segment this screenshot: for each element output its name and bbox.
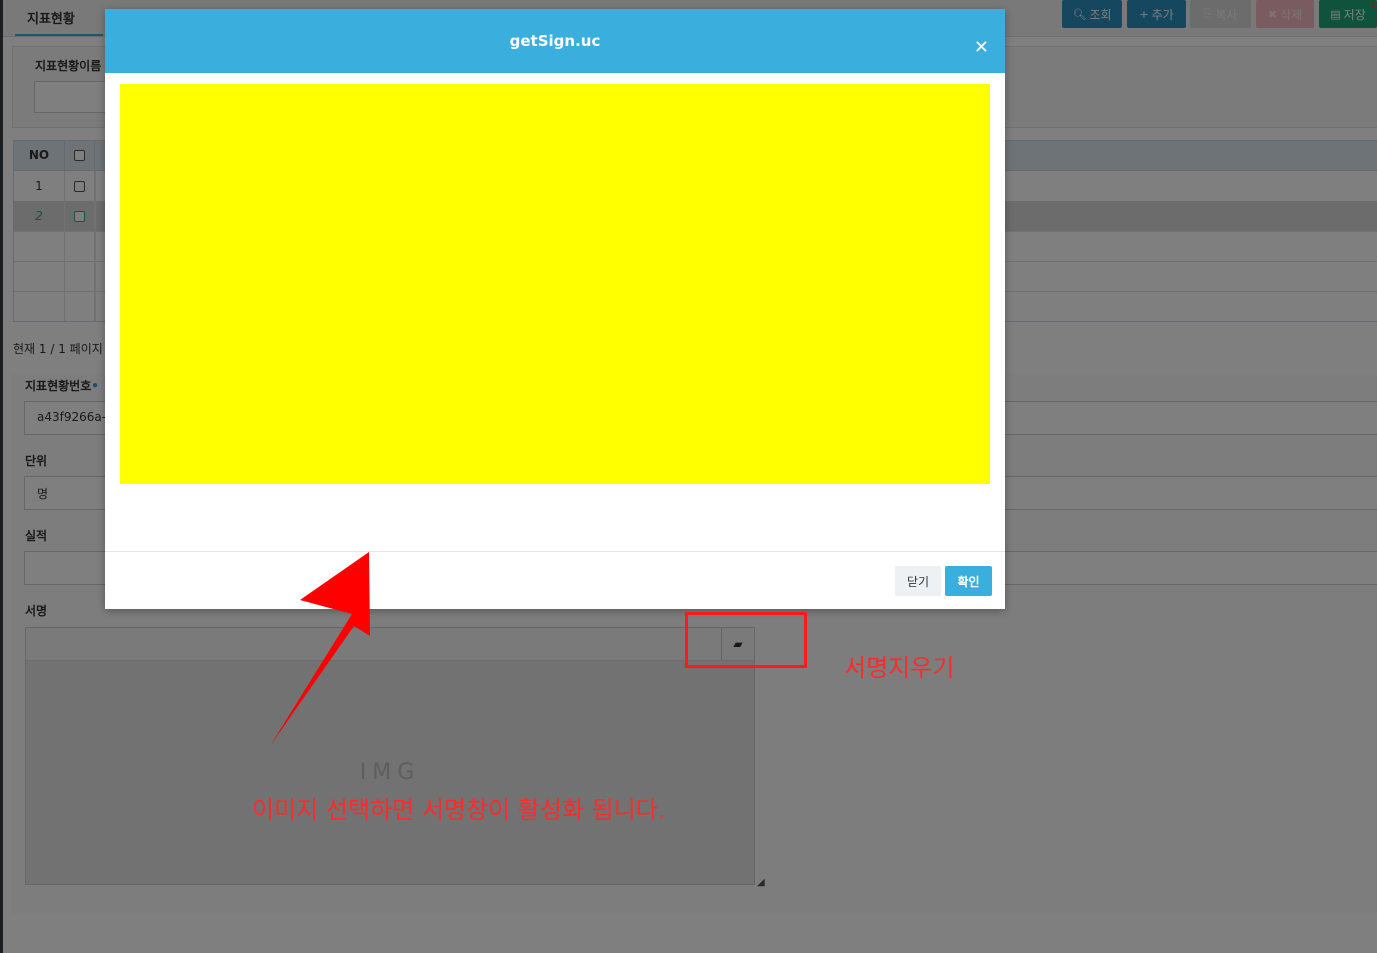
- modal-footer: 닫기 확인: [105, 551, 1005, 610]
- signature-canvas[interactable]: [120, 84, 990, 484]
- sign-modal: getSign.uc ✕ 닫기 확인: [105, 9, 1005, 609]
- annotation-erase-hint: 서명지우기: [844, 654, 955, 682]
- modal-header: getSign.uc ✕: [105, 9, 1005, 73]
- modal-title: getSign.uc: [509, 32, 601, 50]
- close-icon[interactable]: ✕: [974, 39, 989, 57]
- annotation-image-hint: 이미지 선택하면 서명창이 활성화 됩니다.: [252, 796, 666, 824]
- close-button[interactable]: 닫기: [895, 566, 941, 596]
- confirm-button[interactable]: 확인: [945, 566, 992, 596]
- annotation-arrow-icon: [270, 552, 370, 746]
- annotation-highlight-box: [685, 612, 807, 668]
